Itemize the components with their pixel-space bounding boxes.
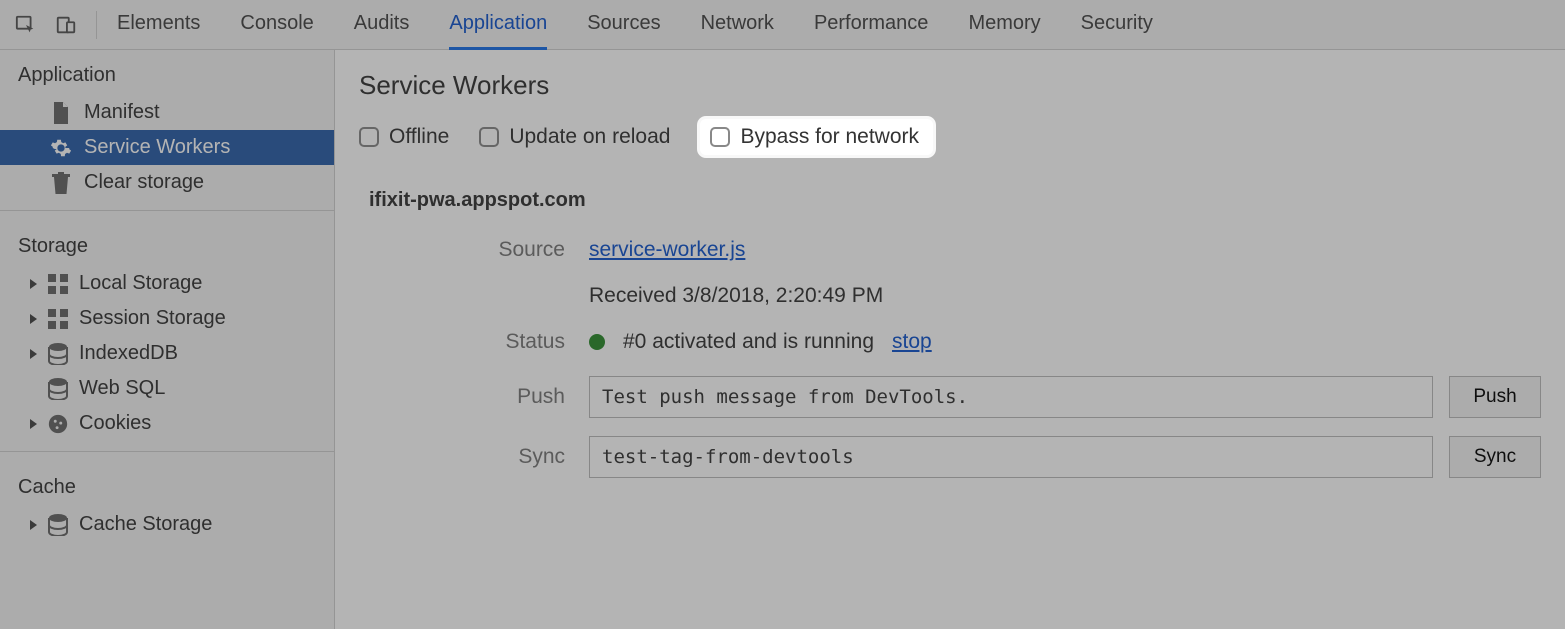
tab-sources[interactable]: Sources [587,0,660,50]
grid-icon [47,308,69,330]
panel-title: Service Workers [359,70,1541,101]
status-text: #0 activated and is running [623,330,874,354]
sidebar-item-clear-storage[interactable]: Clear storage [0,165,334,200]
tab-elements[interactable]: Elements [117,0,200,50]
push-button[interactable]: Push [1449,376,1541,418]
device-toggle-icon[interactable] [52,11,80,39]
tab-audits[interactable]: Audits [354,0,410,50]
separator [0,451,334,452]
file-icon [50,102,72,124]
db-icon [47,514,69,536]
sync-button[interactable]: Sync [1449,436,1541,478]
stop-link[interactable]: stop [892,330,932,354]
push-input[interactable] [589,376,1433,418]
sidebar-group-cache: Cache [0,462,334,507]
sidebar-item-cache-storage[interactable]: Cache Storage [0,507,334,542]
caret-right-icon [30,349,37,359]
checkbox-row: Offline Update on reload Bypass for netw… [359,119,1541,155]
checkbox-icon [710,127,730,147]
caret-right-icon [30,314,37,324]
tab-security[interactable]: Security [1081,0,1153,50]
sidebar-item-cookies[interactable]: Cookies [0,406,334,441]
push-label: Push [359,385,589,409]
checkbox-label: Update on reload [509,125,670,149]
tab-memory[interactable]: Memory [968,0,1040,50]
checkbox-update-on-reload[interactable]: Update on reload [479,125,670,149]
tab-performance[interactable]: Performance [814,0,929,50]
service-worker-host: ifixit-pwa.appspot.com [369,189,1541,212]
gear-icon [50,137,72,159]
sidebar-item-label: Local Storage [79,272,202,295]
tabs: Elements Console Audits Application Sour… [113,0,1153,50]
db-icon [47,343,69,365]
trash-icon [50,172,72,194]
grid-icon [47,273,69,295]
source-file-link[interactable]: service-worker.js [589,238,745,262]
sidebar-group-storage: Storage [0,221,334,266]
checkbox-label: Offline [389,125,449,149]
source-received: Received 3/8/2018, 2:20:49 PM [589,284,883,308]
sidebar-item-label: Cache Storage [79,513,212,536]
sidebar-item-websql[interactable]: Web SQL [0,371,334,406]
sidebar-item-session-storage[interactable]: Session Storage [0,301,334,336]
sync-input[interactable] [589,436,1433,478]
sidebar-item-label: IndexedDB [79,342,178,365]
sidebar-item-indexeddb[interactable]: IndexedDB [0,336,334,371]
sidebar: Application Manifest Service Workers Cle… [0,50,335,629]
sidebar-item-label: Cookies [79,412,151,435]
status-label: Status [359,330,589,354]
sidebar-group-application: Application [0,50,334,95]
sidebar-item-label: Service Workers [84,136,230,159]
sidebar-item-label: Session Storage [79,307,226,330]
checkbox-icon [359,127,379,147]
caret-right-icon [30,419,37,429]
caret-right-icon [30,279,37,289]
checkbox-offline[interactable]: Offline [359,125,449,149]
devtools-tabbar: Elements Console Audits Application Sour… [0,0,1565,50]
main-panel: Service Workers Offline Update on reload… [335,50,1565,629]
checkbox-label: Bypass for network [740,125,919,149]
sidebar-item-label: Web SQL [79,377,165,400]
checkbox-bypass-for-network[interactable]: Bypass for network [700,119,933,155]
status-dot-icon [589,334,605,350]
db-icon [47,378,69,400]
tab-network[interactable]: Network [701,0,774,50]
sidebar-item-service-workers[interactable]: Service Workers [0,130,334,165]
sidebar-item-label: Clear storage [84,171,204,194]
inspect-icon[interactable] [12,11,40,39]
cookie-icon [47,413,69,435]
sidebar-item-label: Manifest [84,101,160,124]
separator [96,11,97,39]
tab-application[interactable]: Application [449,0,547,50]
source-label: Source [359,238,589,262]
sidebar-item-manifest[interactable]: Manifest [0,95,334,130]
caret-right-icon [30,520,37,530]
separator [0,210,334,211]
sidebar-item-local-storage[interactable]: Local Storage [0,266,334,301]
tab-console[interactable]: Console [240,0,313,50]
sync-label: Sync [359,445,589,469]
checkbox-icon [479,127,499,147]
